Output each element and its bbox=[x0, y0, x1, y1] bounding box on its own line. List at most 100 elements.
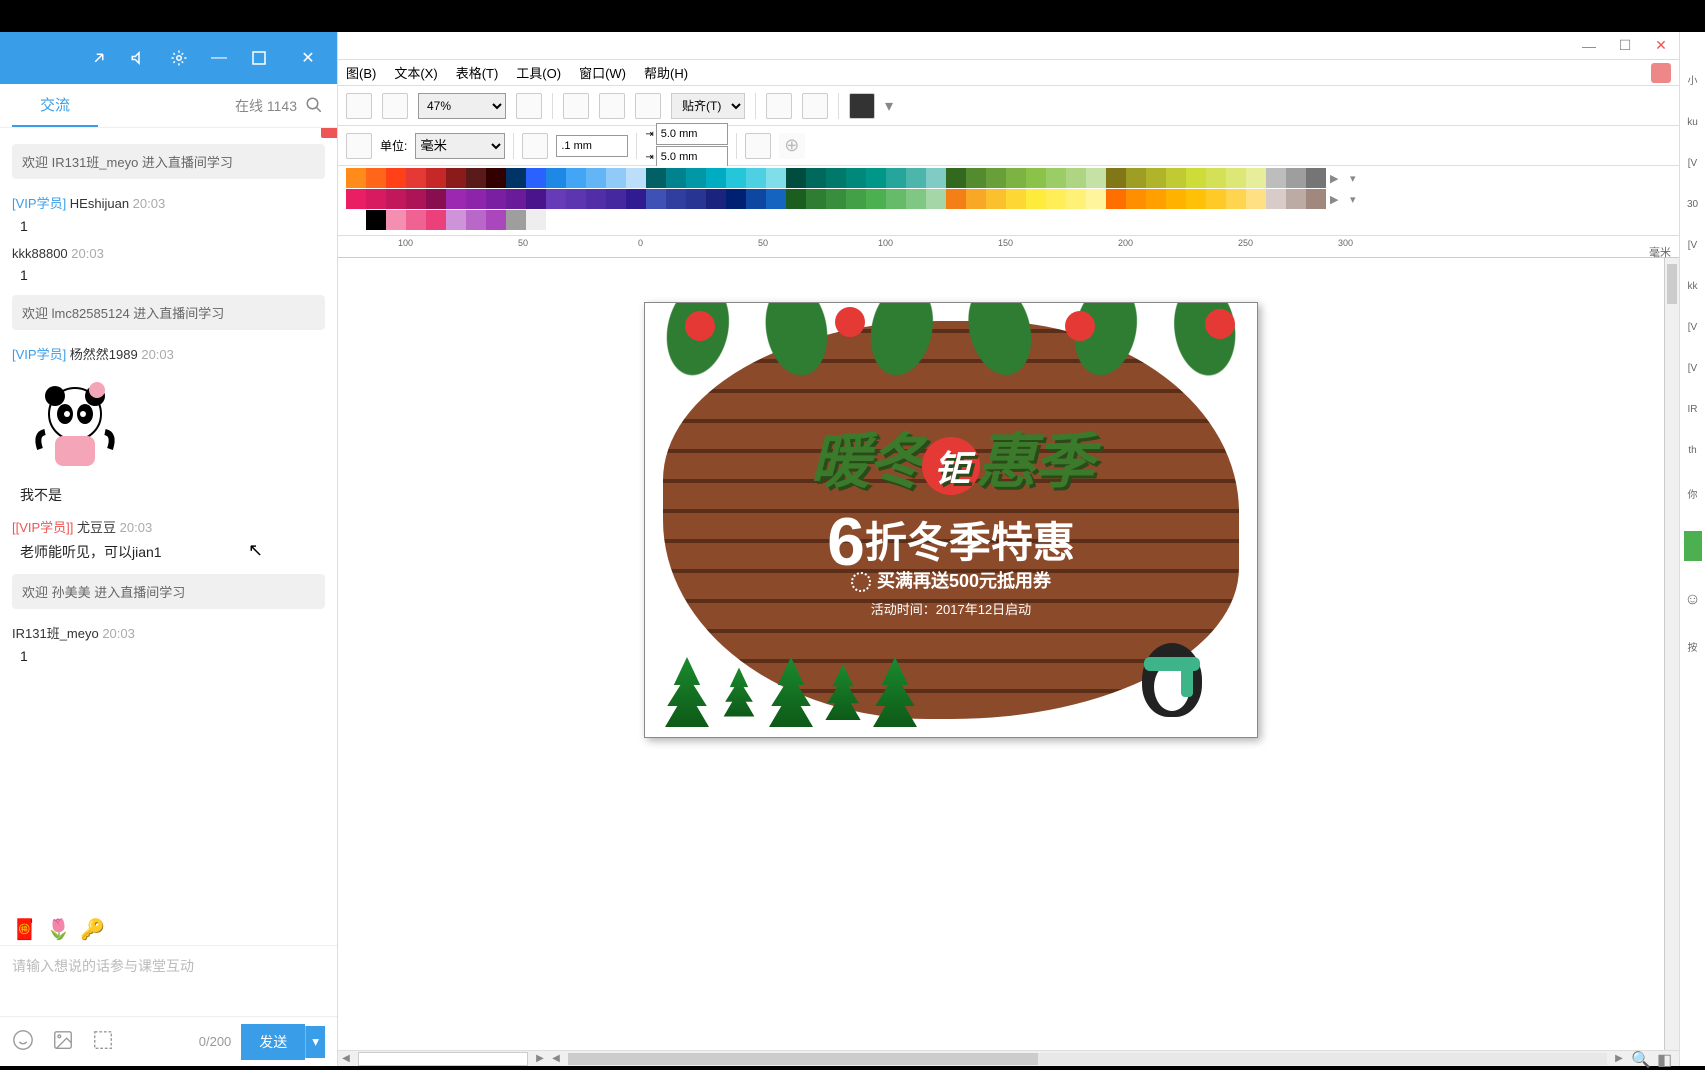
right-panel-item[interactable]: [V bbox=[1688, 158, 1697, 169]
color-swatch[interactable] bbox=[446, 168, 466, 188]
speaker-icon[interactable] bbox=[127, 46, 151, 70]
username[interactable]: IR131班_meyo bbox=[12, 626, 102, 641]
add-icon[interactable]: ⊕ bbox=[779, 133, 805, 159]
color-swatch[interactable] bbox=[786, 189, 806, 209]
color-swatch[interactable] bbox=[846, 189, 866, 209]
color-swatch[interactable] bbox=[526, 189, 546, 209]
snap-select[interactable]: 贴齐(T) bbox=[671, 93, 745, 119]
scroll-left-icon[interactable]: ◀ bbox=[548, 1053, 564, 1064]
palette-more-icon[interactable]: ▶ bbox=[1330, 191, 1346, 207]
right-panel-item[interactable]: ku bbox=[1687, 117, 1698, 128]
color-swatch[interactable] bbox=[1206, 189, 1226, 209]
color-swatch[interactable] bbox=[386, 210, 406, 230]
color-swatch[interactable] bbox=[606, 168, 626, 188]
color-swatch[interactable] bbox=[1126, 168, 1146, 188]
color-swatch[interactable] bbox=[1026, 168, 1046, 188]
color-swatch[interactable] bbox=[366, 189, 386, 209]
page-layout-icon[interactable] bbox=[346, 133, 372, 159]
color-swatch[interactable] bbox=[366, 168, 386, 188]
right-panel-item[interactable]: 30 bbox=[1687, 199, 1698, 210]
fullscreen-icon[interactable] bbox=[516, 93, 542, 119]
nudge-icon[interactable] bbox=[522, 133, 548, 159]
right-emoji-icon[interactable]: ☺ bbox=[1684, 591, 1700, 609]
online-count[interactable]: 在线 1143 bbox=[235, 96, 305, 116]
rulers-icon[interactable] bbox=[563, 93, 589, 119]
menu-window[interactable]: 窗口(W) bbox=[579, 63, 626, 82]
import-icon[interactable] bbox=[346, 93, 372, 119]
search-icon[interactable] bbox=[305, 96, 325, 116]
menu-help[interactable]: 帮助(H) bbox=[644, 63, 688, 82]
right-panel-item[interactable]: [V bbox=[1688, 240, 1697, 251]
units-select[interactable]: 毫米 bbox=[415, 133, 505, 159]
close-icon[interactable]: ✕ bbox=[287, 32, 329, 84]
notice-indicator[interactable] bbox=[321, 128, 337, 138]
color-swatch[interactable] bbox=[586, 189, 606, 209]
flower-icon[interactable]: 🌷 bbox=[46, 917, 70, 941]
treat-as-icon[interactable] bbox=[745, 133, 771, 159]
username[interactable]: HEshijuan bbox=[70, 196, 133, 211]
color-swatch[interactable] bbox=[746, 168, 766, 188]
grid-icon[interactable] bbox=[599, 93, 625, 119]
color-swatch[interactable] bbox=[866, 168, 886, 188]
color-picker-icon[interactable]: ◧ bbox=[1657, 1050, 1675, 1068]
right-panel-item[interactable]: IR bbox=[1688, 404, 1698, 415]
color-swatch[interactable] bbox=[1246, 168, 1266, 188]
color-swatch[interactable] bbox=[466, 189, 486, 209]
maximize-icon[interactable] bbox=[247, 46, 271, 70]
color-swatch[interactable] bbox=[886, 168, 906, 188]
color-swatch[interactable] bbox=[1086, 189, 1106, 209]
color-swatch[interactable] bbox=[426, 210, 446, 230]
editor-close-icon[interactable]: ✕ bbox=[1649, 36, 1673, 56]
color-swatch[interactable] bbox=[886, 189, 906, 209]
color-swatch[interactable] bbox=[386, 189, 406, 209]
color-swatch[interactable] bbox=[766, 168, 786, 188]
color-swatch[interactable] bbox=[406, 189, 426, 209]
color-swatch[interactable] bbox=[1106, 168, 1126, 188]
color-swatch[interactable] bbox=[726, 189, 746, 209]
right-panel-item[interactable]: 小 bbox=[1688, 72, 1698, 87]
color-swatch[interactable] bbox=[1166, 189, 1186, 209]
canvas-area[interactable]: 暖冬钜惠季 6折冬季特惠 买满再送500元抵用券 活动时间：2017年12日启动 bbox=[338, 258, 1679, 1050]
screenshot-icon[interactable] bbox=[92, 1029, 118, 1055]
right-panel-item[interactable]: 你 bbox=[1688, 486, 1698, 501]
color-swatch[interactable] bbox=[1046, 168, 1066, 188]
right-panel-item[interactable]: th bbox=[1688, 445, 1696, 456]
color-swatch[interactable] bbox=[1306, 189, 1326, 209]
color-swatch[interactable] bbox=[506, 189, 526, 209]
color-swatch[interactable] bbox=[1226, 168, 1246, 188]
tab-chat[interactable]: 交流 bbox=[12, 84, 98, 127]
color-swatch[interactable] bbox=[526, 168, 546, 188]
color-swatch[interactable] bbox=[926, 168, 946, 188]
menu-table[interactable]: 表格(T) bbox=[456, 63, 499, 82]
color-swatch[interactable] bbox=[1266, 189, 1286, 209]
color-swatch[interactable] bbox=[906, 189, 926, 209]
right-panel-item[interactable]: kk bbox=[1688, 281, 1698, 292]
palette-more-icon[interactable]: ▶ bbox=[1330, 170, 1346, 186]
color-swatch[interactable] bbox=[486, 210, 506, 230]
color-swatch[interactable] bbox=[946, 189, 966, 209]
color-swatch[interactable] bbox=[626, 168, 646, 188]
username[interactable]: 尤豆豆 bbox=[77, 520, 120, 535]
color-swatch[interactable] bbox=[526, 210, 546, 230]
color-swatch[interactable] bbox=[686, 189, 706, 209]
vertical-scrollbar[interactable] bbox=[1665, 258, 1679, 1050]
color-swatch[interactable] bbox=[1186, 168, 1206, 188]
color-swatch[interactable] bbox=[1286, 168, 1306, 188]
color-swatch[interactable] bbox=[826, 168, 846, 188]
zoom-tool-icon[interactable]: 🔍 bbox=[1631, 1050, 1649, 1068]
palette-menu-icon[interactable]: ▾ bbox=[1350, 170, 1366, 186]
editor-maximize-icon[interactable]: ☐ bbox=[1613, 36, 1637, 56]
color-swatch[interactable] bbox=[606, 189, 626, 209]
dup-y-input[interactable] bbox=[656, 146, 728, 168]
color-swatch[interactable] bbox=[1066, 168, 1086, 188]
image-icon[interactable] bbox=[52, 1029, 78, 1055]
options-icon[interactable] bbox=[766, 93, 792, 119]
color-swatch[interactable] bbox=[1086, 168, 1106, 188]
color-swatch[interactable] bbox=[1146, 168, 1166, 188]
menu-tools[interactable]: 工具(O) bbox=[516, 63, 561, 82]
color-swatch[interactable] bbox=[1066, 189, 1086, 209]
ruler-horizontal[interactable]: 毫米 10050050100150200250300 bbox=[338, 236, 1679, 258]
color-swatch[interactable] bbox=[346, 168, 366, 188]
color-swatch[interactable] bbox=[386, 168, 406, 188]
color-swatch[interactable] bbox=[1206, 168, 1226, 188]
